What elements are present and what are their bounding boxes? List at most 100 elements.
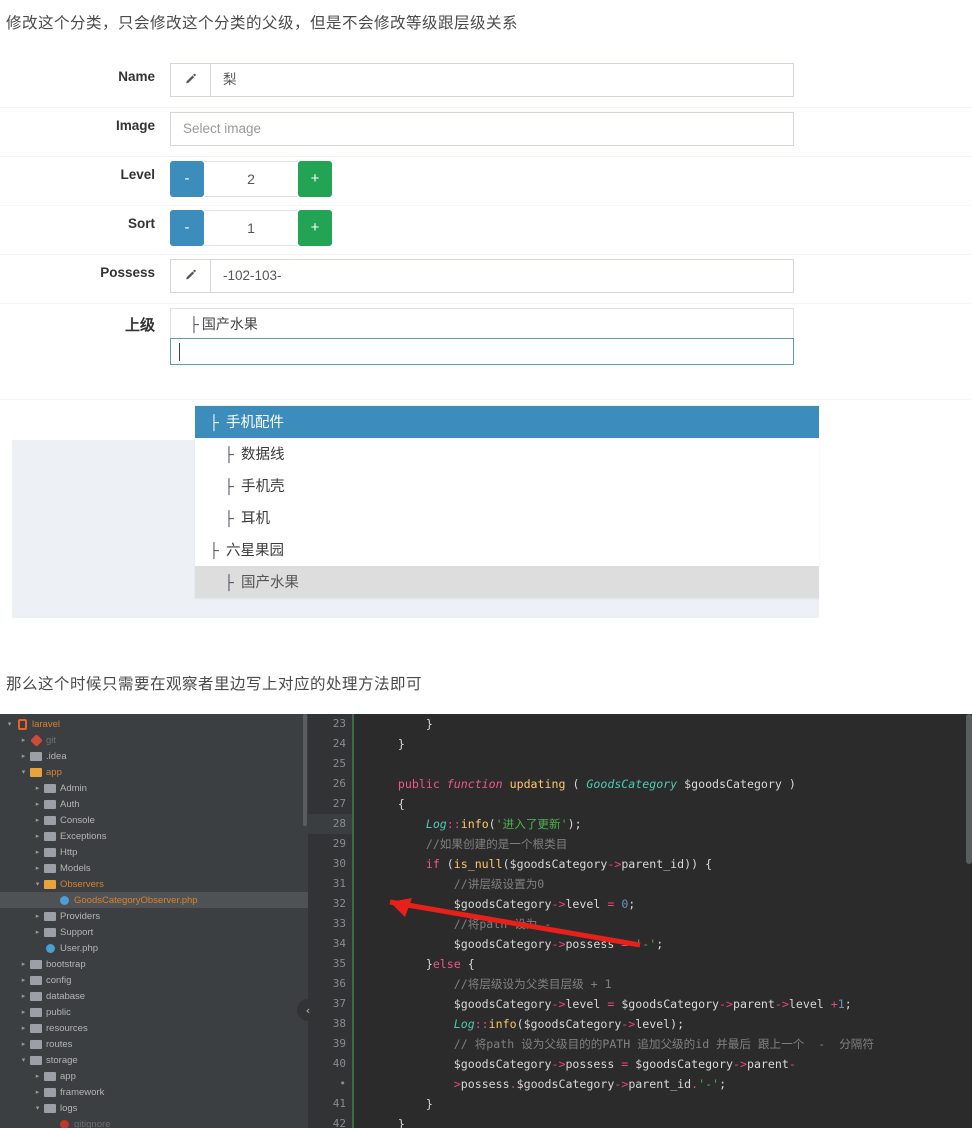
tree-node-config[interactable]: config <box>0 972 308 988</box>
parent-select-value: 国产水果 <box>201 315 258 332</box>
dropdown-option[interactable]: ├ 耳机 <box>195 502 819 534</box>
folder-icon-orange <box>29 767 43 777</box>
tree-node-observers[interactable]: Observers <box>0 876 308 892</box>
tree-node-auth[interactable]: Auth <box>0 796 308 812</box>
dropdown-option[interactable]: ├ 手机壳 <box>195 470 819 502</box>
chevron-right-icon[interactable] <box>32 928 43 936</box>
tree-node-laravel[interactable]: laravel <box>0 716 308 732</box>
level-stepper[interactable]: - 2 + <box>170 160 332 197</box>
sort-stepper[interactable]: - 1 + <box>170 209 332 246</box>
chevron-down-icon[interactable] <box>32 880 43 888</box>
chevron-right-icon[interactable] <box>18 1040 29 1048</box>
code-line: //将path 设为 - <box>370 917 552 931</box>
tree-node-resources[interactable]: resources <box>0 1020 308 1036</box>
dropdown-option[interactable]: ├ 手机配件 <box>195 406 819 438</box>
chevron-right-icon[interactable] <box>18 1008 29 1016</box>
code-line: //讲层级设置为0 <box>370 877 545 891</box>
parent-select-search-input[interactable] <box>170 337 794 365</box>
tree-node-logs[interactable]: logs <box>0 1100 308 1116</box>
parent-select-dropdown[interactable]: ├ 手机配件 ├ 数据线 ├ 手机壳 ├ 耳机 ├ 六星果园 ├ 国产水果 <box>195 405 819 598</box>
project-tree[interactable]: laravel git .idea app Admin Auth Console Except… <box>0 714 308 1128</box>
editor-scrollbar[interactable] <box>966 714 972 1128</box>
tree-branch-icon: ├ <box>224 478 234 494</box>
tree-node-label: laravel <box>32 718 60 730</box>
tree-node-label: Console <box>60 814 95 826</box>
code-editor[interactable]: 23 24 25 26 27 28 29 30 31 32 33 34 35 36 37 38 39 40 • 41 4… <box>308 714 972 1128</box>
code-line: public function updating ( GoodsCategory… <box>370 777 796 791</box>
dropdown-option[interactable]: ├ 六星果园 <box>195 534 819 566</box>
tree-node-http[interactable]: Http <box>0 844 308 860</box>
tree-node-console[interactable]: Console <box>0 812 308 828</box>
tree-node-public[interactable]: public <box>0 1004 308 1020</box>
image-input[interactable]: Select image <box>170 111 794 146</box>
form-row-possess: Possess -102-103- <box>0 255 972 304</box>
dropdown-option-current[interactable]: ├ 国产水果 <box>195 566 819 598</box>
tree-node-providers[interactable]: Providers <box>0 908 308 924</box>
chevron-down-icon[interactable] <box>18 768 29 776</box>
line-number: 40 <box>332 1057 346 1070</box>
tree-node-user-php[interactable]: User.php <box>0 940 308 956</box>
chevron-right-icon[interactable] <box>32 848 43 856</box>
tree-node-label: User.php <box>60 942 99 954</box>
tree-node-goodscategoryobserver-php[interactable]: GoodsCategoryObserver.php <box>0 892 308 908</box>
tree-node-app[interactable]: app <box>0 1068 308 1084</box>
collapse-sidebar-button[interactable]: ‹ <box>297 999 319 1021</box>
code-line: $goodsCategory->level = $goodsCategory->… <box>370 997 852 1011</box>
tree-node-gitignore[interactable]: gitignore <box>0 1116 308 1128</box>
tree-node-git[interactable]: git <box>0 732 308 748</box>
chevron-right-icon[interactable] <box>32 912 43 920</box>
chevron-right-icon[interactable] <box>32 864 43 872</box>
tree-node-exceptions[interactable]: Exceptions <box>0 828 308 844</box>
tree-node-models[interactable]: Models <box>0 860 308 876</box>
chevron-right-icon[interactable] <box>32 816 43 824</box>
tree-node-label: Models <box>60 862 91 874</box>
tree-node-database[interactable]: database <box>0 988 308 1004</box>
chevron-right-icon[interactable] <box>32 1088 43 1096</box>
level-value[interactable]: 2 <box>204 160 298 197</box>
tree-node--idea[interactable]: .idea <box>0 748 308 764</box>
level-decrement-button[interactable]: - <box>170 160 204 197</box>
label-possess: Possess <box>100 264 155 280</box>
tree-node-routes[interactable]: routes <box>0 1036 308 1052</box>
chevron-right-icon[interactable] <box>18 752 29 760</box>
chevron-down-icon[interactable] <box>18 1056 29 1064</box>
tree-node-label: config <box>46 974 72 986</box>
tree-node-app[interactable]: app <box>0 764 308 780</box>
chevron-right-icon[interactable] <box>18 976 29 984</box>
tree-node-admin[interactable]: Admin <box>0 780 308 796</box>
chevron-right-icon[interactable] <box>32 1072 43 1080</box>
chevron-down-icon[interactable] <box>32 1104 43 1112</box>
parent-select[interactable]: ├ 国产水果 <box>170 307 794 341</box>
chevron-right-icon[interactable] <box>32 784 43 792</box>
folder-icon <box>29 1007 43 1017</box>
tree-node-label: GoodsCategoryObserver.php <box>74 894 198 906</box>
name-input[interactable]: 梨 <box>210 62 794 97</box>
tree-node-framework[interactable]: framework <box>0 1084 308 1100</box>
code-line: Log::info('进入了更新'); <box>370 817 582 831</box>
chevron-right-icon[interactable] <box>18 992 29 1000</box>
form-row-name: Name 梨 <box>0 59 972 108</box>
chevron-right-icon[interactable] <box>32 800 43 808</box>
code-line: $goodsCategory->level = 0; <box>370 897 636 911</box>
code-line: //如果创建的是一个根类目 <box>370 837 568 851</box>
dropdown-option-label: 六星果园 <box>225 543 284 559</box>
code-content[interactable]: } } public function updating ( GoodsCate… <box>354 714 972 1128</box>
line-number: 30 <box>332 857 346 870</box>
label-level: Level <box>120 166 155 182</box>
git-icon <box>29 733 43 747</box>
sort-decrement-button[interactable]: - <box>170 209 204 246</box>
tree-node-support[interactable]: Support <box>0 924 308 940</box>
level-increment-button[interactable]: + <box>298 160 332 197</box>
tree-node-storage[interactable]: storage <box>0 1052 308 1068</box>
chevron-right-icon[interactable] <box>32 832 43 840</box>
sort-increment-button[interactable]: + <box>298 209 332 246</box>
tree-node-bootstrap[interactable]: bootstrap <box>0 956 308 972</box>
possess-input[interactable]: -102-103- <box>210 258 794 293</box>
tree-scrollbar[interactable] <box>303 714 307 826</box>
dropdown-option[interactable]: ├ 数据线 <box>195 438 819 470</box>
chevron-right-icon[interactable] <box>18 736 29 744</box>
chevron-right-icon[interactable] <box>18 960 29 968</box>
chevron-right-icon[interactable] <box>18 1024 29 1032</box>
chevron-down-icon[interactable] <box>4 720 15 728</box>
sort-value[interactable]: 1 <box>204 209 298 246</box>
